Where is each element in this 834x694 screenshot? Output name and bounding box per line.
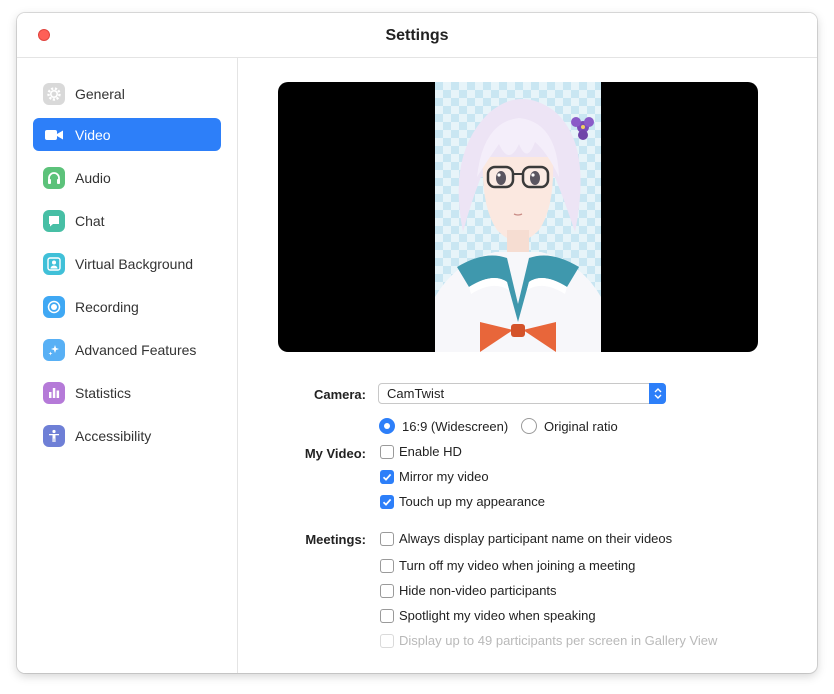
checkbox[interactable] <box>380 558 394 573</box>
video-preview <box>278 82 758 352</box>
sidebar-item-chat[interactable]: Chat <box>33 204 221 237</box>
option-label: Turn off my video when joining a meeting <box>399 558 636 573</box>
sparkle-icon <box>43 338 65 361</box>
chevron-up-down-icon <box>649 383 666 404</box>
sidebar-item-label: Virtual Background <box>75 255 194 272</box>
video-camera-icon <box>43 124 65 146</box>
option-label: Touch up my appearance <box>399 494 545 509</box>
gear-icon <box>43 82 65 105</box>
option-label: Enable HD <box>399 444 462 459</box>
window-title: Settings <box>385 27 449 44</box>
chat-bubble-icon <box>43 209 65 232</box>
checkmark-icon <box>382 498 392 506</box>
meetings-label: Meetings: <box>305 532 366 547</box>
sidebar-item-label: Chat <box>75 212 105 229</box>
sidebar-item-virtual-background[interactable]: Virtual Background <box>33 247 221 280</box>
bar-chart-icon <box>43 381 65 404</box>
sidebar-item-advanced-features[interactable]: Advanced Features <box>33 333 221 366</box>
checkbox <box>380 633 394 648</box>
sidebar-item-statistics[interactable]: Statistics <box>33 376 221 409</box>
checkbox[interactable] <box>380 608 394 623</box>
option-label: 16:9 (Widescreen) <box>402 418 509 434</box>
sidebar-item-label: General <box>75 85 125 102</box>
gallery-49-participants-option: Display up to 49 participants per screen… <box>380 633 717 648</box>
settings-window: Settings General Video Audio Chat Virtua… <box>17 13 817 673</box>
always-display-names-option[interactable]: Always display participant name on their… <box>380 531 672 546</box>
hide-non-video-option[interactable]: Hide non-video participants <box>380 583 557 598</box>
sidebar-item-label: Statistics <box>75 384 132 401</box>
enable-hd-option[interactable]: Enable HD <box>380 444 462 459</box>
option-label: Mirror my video <box>399 469 489 484</box>
spotlight-my-video-option[interactable]: Spotlight my video when speaking <box>380 608 596 623</box>
checkbox[interactable] <box>380 494 394 509</box>
option-label: Original ratio <box>544 418 618 434</box>
sidebar-item-label: Video <box>75 126 111 143</box>
record-icon <box>43 295 65 318</box>
my-video-label: My Video: <box>304 446 366 461</box>
mirror-my-video-option[interactable]: Mirror my video <box>380 469 489 484</box>
option-label: Spotlight my video when speaking <box>399 608 596 623</box>
sidebar-item-accessibility[interactable]: Accessibility <box>33 419 221 452</box>
sidebar-item-recording[interactable]: Recording <box>33 290 221 323</box>
person-background-icon <box>43 252 65 275</box>
headphones-icon <box>43 166 65 189</box>
radio-button[interactable] <box>379 418 395 434</box>
aspect-ratio-widescreen-option[interactable]: 16:9 (Widescreen) <box>379 418 508 434</box>
sidebar-item-label: Audio <box>75 169 111 186</box>
checkbox[interactable] <box>380 583 394 598</box>
video-settings-panel: Camera: CamTwist 16:9 (Widescreen) Origi… <box>238 58 817 673</box>
sidebar-item-audio[interactable]: Audio <box>33 161 221 194</box>
aspect-ratio-original-option[interactable]: Original ratio <box>521 418 618 434</box>
touch-up-appearance-option[interactable]: Touch up my appearance <box>380 494 545 509</box>
checkmark-icon <box>382 473 392 481</box>
checkbox[interactable] <box>380 469 394 484</box>
sidebar-item-label: Advanced Features <box>75 341 197 358</box>
radio-button[interactable] <box>521 418 537 434</box>
title-bar: Settings <box>17 13 817 58</box>
sidebar-item-label: Recording <box>75 298 139 315</box>
option-label: Hide non-video participants <box>399 583 557 598</box>
sidebar-item-general[interactable]: General <box>33 77 221 110</box>
turn-off-video-on-join-option[interactable]: Turn off my video when joining a meeting <box>380 558 635 573</box>
sidebar-item-video[interactable]: Video <box>33 118 221 151</box>
accessibility-person-icon <box>43 424 65 447</box>
camera-select[interactable]: CamTwist <box>378 383 666 404</box>
checkbox[interactable] <box>380 531 394 546</box>
option-label: Display up to 49 participants per screen… <box>399 633 718 648</box>
settings-sidebar: General Video Audio Chat Virtual Backgro… <box>17 58 238 673</box>
option-label: Always display participant name on their… <box>399 531 673 546</box>
camera-label: Camera: <box>313 387 366 402</box>
camera-select-value: CamTwist <box>387 386 445 401</box>
checkbox[interactable] <box>380 444 394 459</box>
sidebar-item-label: Accessibility <box>75 427 152 444</box>
camera-feed-avatar <box>435 82 601 352</box>
